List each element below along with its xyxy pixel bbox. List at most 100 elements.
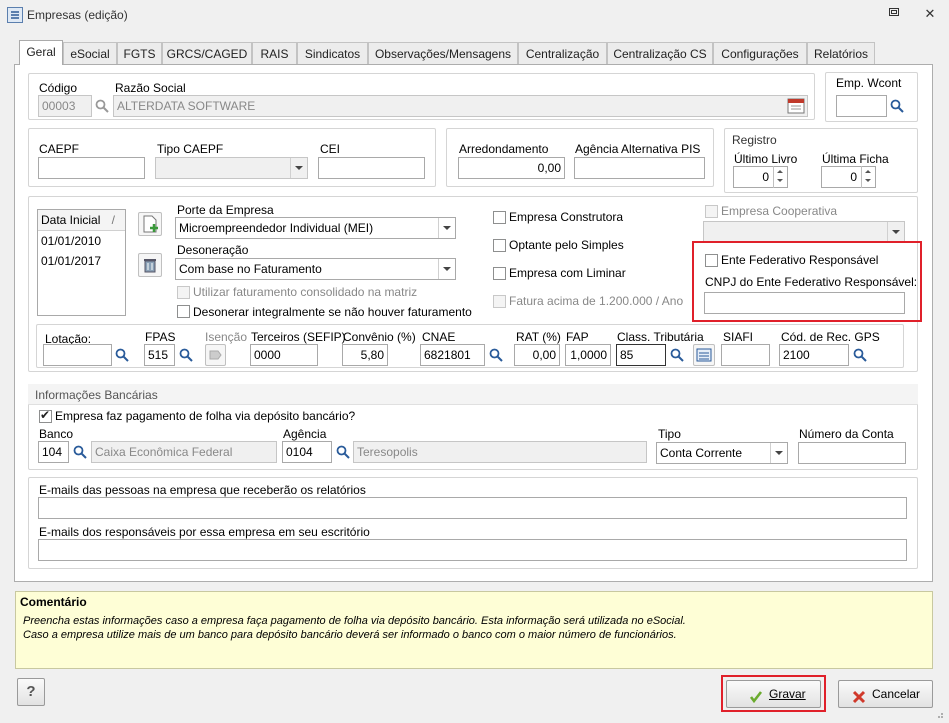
fap-field[interactable]: 1,0000 xyxy=(565,344,611,366)
chevron-down-icon[interactable] xyxy=(438,218,454,238)
livro-spinner-icon[interactable] xyxy=(773,166,787,188)
isencao-button[interactable] xyxy=(205,344,226,366)
tab-rais[interactable]: RAIS xyxy=(252,42,297,64)
tab-relatorios[interactable]: Relatórios xyxy=(807,42,875,64)
siafi-field[interactable] xyxy=(721,344,770,366)
cei-field[interactable] xyxy=(318,157,425,179)
cooperativa-label: Empresa Cooperativa xyxy=(721,204,838,218)
restore-icon[interactable] xyxy=(886,6,902,22)
banco-header xyxy=(28,384,918,405)
lotacao-field[interactable] xyxy=(43,344,112,366)
tab-observacoes[interactable]: Observações/Mensagens xyxy=(368,42,518,64)
search-icon[interactable] xyxy=(332,441,354,463)
cnpj-ente-field[interactable] xyxy=(704,292,905,314)
integral-checkbox[interactable] xyxy=(177,305,190,318)
pagamento-checkbox[interactable] xyxy=(39,408,52,423)
close-icon[interactable]: ✕ xyxy=(922,6,938,22)
agencia-pis-field[interactable] xyxy=(574,157,705,179)
construtora-label: Empresa Construtora xyxy=(509,210,624,224)
search-icon[interactable] xyxy=(666,344,688,366)
arredondamento-label: Arredondamento xyxy=(459,142,549,156)
porte-select[interactable]: Microempreendedor Individual (MEI) xyxy=(175,217,456,239)
tab-centralizacao[interactable]: Centralização xyxy=(518,42,607,64)
tipo-caepf-select[interactable] xyxy=(155,157,308,179)
tab-esocial[interactable]: eSocial xyxy=(63,42,117,64)
comment-line2: Caso a empresa utilize mais de um banco … xyxy=(23,629,677,641)
datas-table[interactable]: Data Inicial/ 01/01/2010 01/01/2017 xyxy=(37,209,126,316)
arredondamento-field[interactable]: 0,00 xyxy=(458,157,565,179)
tab-centralizacao-cs[interactable]: Centralização CS xyxy=(607,42,713,64)
tipo-conta-select[interactable]: Conta Corrente xyxy=(656,442,788,464)
save-button[interactable]: Gravar xyxy=(726,680,821,708)
help-button[interactable]: ? xyxy=(17,678,45,706)
tab-fgts[interactable]: FGTS xyxy=(117,42,162,64)
cnae-field[interactable]: 6821801 xyxy=(420,344,485,366)
emails-responsaveis-field[interactable] xyxy=(38,539,907,561)
cancel-label: Cancelar xyxy=(872,687,921,701)
ultima-ficha-label: Última Ficha xyxy=(822,152,889,166)
wcont-field[interactable] xyxy=(836,95,887,117)
liminar-checkbox[interactable] xyxy=(493,267,506,280)
desoneracao-label: Desoneração xyxy=(177,243,249,257)
desoneracao-select[interactable]: Com base no Faturamento xyxy=(175,258,456,280)
tab-configuracoes[interactable]: Configurações xyxy=(713,42,807,64)
add-date-button[interactable] xyxy=(138,212,162,236)
title-bar: Empresas (edição) ✕ xyxy=(0,0,949,30)
convenio-label: Convênio (%) xyxy=(343,330,416,344)
search-icon[interactable] xyxy=(175,344,197,366)
app-icon xyxy=(7,7,23,23)
tab-grcs-caged[interactable]: GRCS/CAGED xyxy=(162,42,252,64)
cooperativa-select[interactable] xyxy=(703,221,905,243)
search-icon[interactable] xyxy=(849,344,871,366)
table-row[interactable]: 01/01/2010 xyxy=(38,231,125,251)
razao-field[interactable]: ALTERDATA SOFTWARE xyxy=(113,95,808,117)
window-title: Empresas (edição) xyxy=(27,8,128,22)
consolidado-checkbox[interactable] xyxy=(177,286,190,299)
numero-conta-field[interactable] xyxy=(798,442,906,464)
fatura-checkbox[interactable] xyxy=(493,295,506,308)
cancel-x-icon xyxy=(852,687,866,704)
fpas-label: FPAS xyxy=(145,330,176,344)
convenio-field[interactable]: 5,80 xyxy=(342,344,388,366)
search-icon[interactable] xyxy=(886,95,908,117)
terceiros-field[interactable]: 0000 xyxy=(250,344,318,366)
search-icon[interactable] xyxy=(485,344,507,366)
rat-field[interactable]: 0,00 xyxy=(514,344,560,366)
gps-field[interactable]: 2100 xyxy=(779,344,849,366)
class-tributaria-field[interactable]: 85 xyxy=(616,344,666,366)
search-icon[interactable] xyxy=(69,441,91,463)
tab-geral[interactable]: Geral xyxy=(19,40,63,65)
ente-label: Ente Federativo Responsável xyxy=(721,253,879,267)
simples-checkbox[interactable] xyxy=(493,239,506,252)
ente-checkbox[interactable] xyxy=(705,254,718,267)
chevron-down-icon[interactable] xyxy=(438,259,454,279)
caepf-label: CAEPF xyxy=(39,142,80,156)
cancel-button[interactable]: Cancelar xyxy=(838,680,933,708)
emails-relatorios-field[interactable] xyxy=(38,497,907,519)
table-row[interactable]: 01/01/2017 xyxy=(38,251,125,271)
fpas-field[interactable]: 515 xyxy=(144,344,175,366)
calendar-icon[interactable] xyxy=(787,97,805,114)
banco-code-field[interactable]: 104 xyxy=(38,441,69,463)
delete-date-button[interactable] xyxy=(138,253,162,277)
search-icon[interactable] xyxy=(91,95,113,117)
codigo-field[interactable]: 00003 xyxy=(38,95,92,117)
chevron-down-icon[interactable] xyxy=(770,443,786,463)
chevron-down-icon[interactable] xyxy=(290,158,306,178)
tab-sindicatos[interactable]: Sindicatos xyxy=(297,42,368,64)
agencia-code-field[interactable]: 0104 xyxy=(282,441,332,463)
emails-responsaveis-label: E-mails dos responsáveis por essa empres… xyxy=(39,525,370,539)
agencia-name-field[interactable]: Teresopolis xyxy=(353,441,647,463)
comment-line1: Preencha estas informações caso a empres… xyxy=(23,615,686,627)
cooperativa-checkbox[interactable] xyxy=(705,205,718,218)
search-icon[interactable] xyxy=(111,344,133,366)
list-icon[interactable] xyxy=(693,344,715,366)
construtora-checkbox[interactable] xyxy=(493,211,506,224)
resize-grip-icon[interactable] xyxy=(934,708,944,718)
emails-relatorios-label: E-mails das pessoas na empresa que receb… xyxy=(39,483,366,497)
ficha-spinner-icon[interactable] xyxy=(861,166,875,188)
caepf-field[interactable] xyxy=(38,157,145,179)
chevron-down-icon[interactable] xyxy=(887,222,903,242)
banco-name-field[interactable]: Caixa Econômica Federal xyxy=(91,441,277,463)
numero-conta-label: Número da Conta xyxy=(799,427,894,441)
